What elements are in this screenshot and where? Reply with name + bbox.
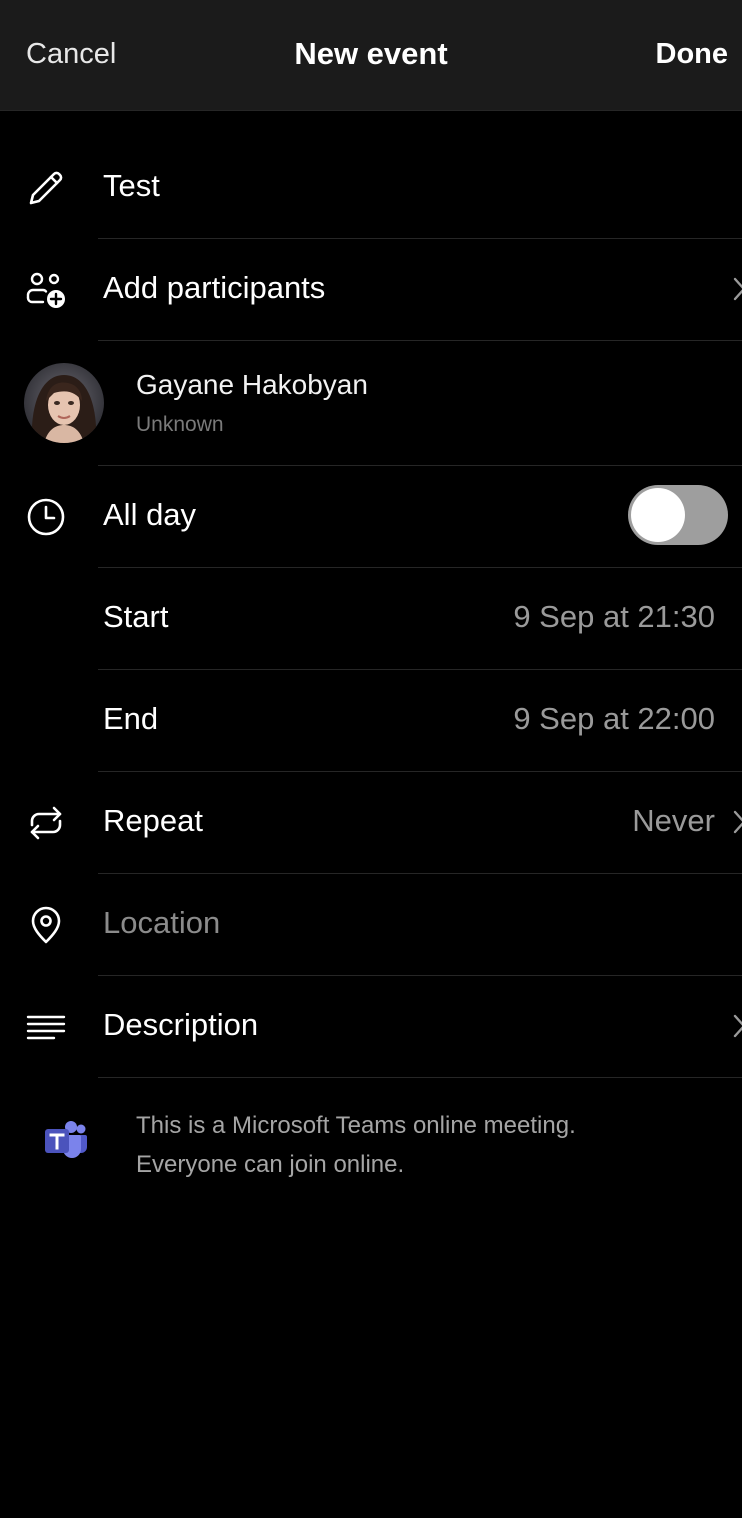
page-title: New event bbox=[294, 36, 448, 71]
participant-row[interactable]: Gayane Hakobyan Unknown bbox=[0, 341, 742, 466]
end-value[interactable]: 9 Sep at 22:00 bbox=[513, 701, 715, 737]
end-row[interactable]: End 9 Sep at 22:00 bbox=[0, 670, 742, 772]
add-people-icon bbox=[24, 268, 68, 312]
event-title-row[interactable]: Test bbox=[0, 137, 742, 239]
pencil-icon bbox=[24, 166, 68, 210]
toggle-knob bbox=[631, 488, 685, 542]
divider bbox=[98, 1077, 742, 1078]
avatar bbox=[24, 363, 104, 443]
description-label: Description bbox=[103, 1007, 259, 1042]
chevron-right-icon bbox=[732, 276, 742, 302]
location-pin-icon bbox=[24, 903, 68, 947]
participant-name: Gayane Hakobyan bbox=[136, 369, 368, 400]
chevron-right-icon bbox=[732, 1013, 742, 1039]
chevron-right-icon bbox=[732, 809, 742, 835]
description-row[interactable]: Description bbox=[0, 976, 742, 1078]
repeat-value: Never bbox=[632, 803, 715, 838]
teams-note-line-1: This is a Microsoft Teams online meeting… bbox=[136, 1112, 576, 1139]
location-row[interactable]: Location bbox=[0, 874, 742, 976]
teams-meeting-note: This is a Microsoft Teams online meeting… bbox=[0, 1096, 742, 1196]
teams-note-line-2: Everyone can join online. bbox=[136, 1151, 405, 1178]
clock-icon bbox=[24, 495, 68, 539]
all-day-toggle[interactable] bbox=[628, 485, 728, 545]
nav-bar: Cancel New event Done bbox=[0, 0, 742, 111]
start-row[interactable]: Start 9 Sep at 21:30 bbox=[0, 568, 742, 670]
add-participants-label: Add participants bbox=[103, 270, 326, 305]
start-label: Start bbox=[103, 599, 169, 634]
add-participants-row[interactable]: Add participants bbox=[0, 239, 742, 341]
all-day-label: All day bbox=[103, 497, 197, 532]
microsoft-teams-icon bbox=[44, 1120, 88, 1160]
all-day-row: All day bbox=[0, 466, 742, 568]
repeat-label: Repeat bbox=[103, 803, 203, 838]
done-button[interactable]: Done bbox=[656, 38, 729, 71]
repeat-row[interactable]: Repeat Never bbox=[0, 772, 742, 874]
teams-note-text: This is a Microsoft Teams online meeting… bbox=[136, 1106, 576, 1184]
participant-status: Unknown bbox=[136, 413, 224, 436]
start-value[interactable]: 9 Sep at 21:30 bbox=[513, 599, 715, 635]
location-input[interactable]: Location bbox=[103, 905, 220, 941]
text-lines-icon bbox=[24, 1005, 68, 1049]
event-title-value[interactable]: Test bbox=[103, 168, 160, 204]
repeat-icon bbox=[24, 801, 68, 845]
end-label: End bbox=[103, 701, 159, 736]
